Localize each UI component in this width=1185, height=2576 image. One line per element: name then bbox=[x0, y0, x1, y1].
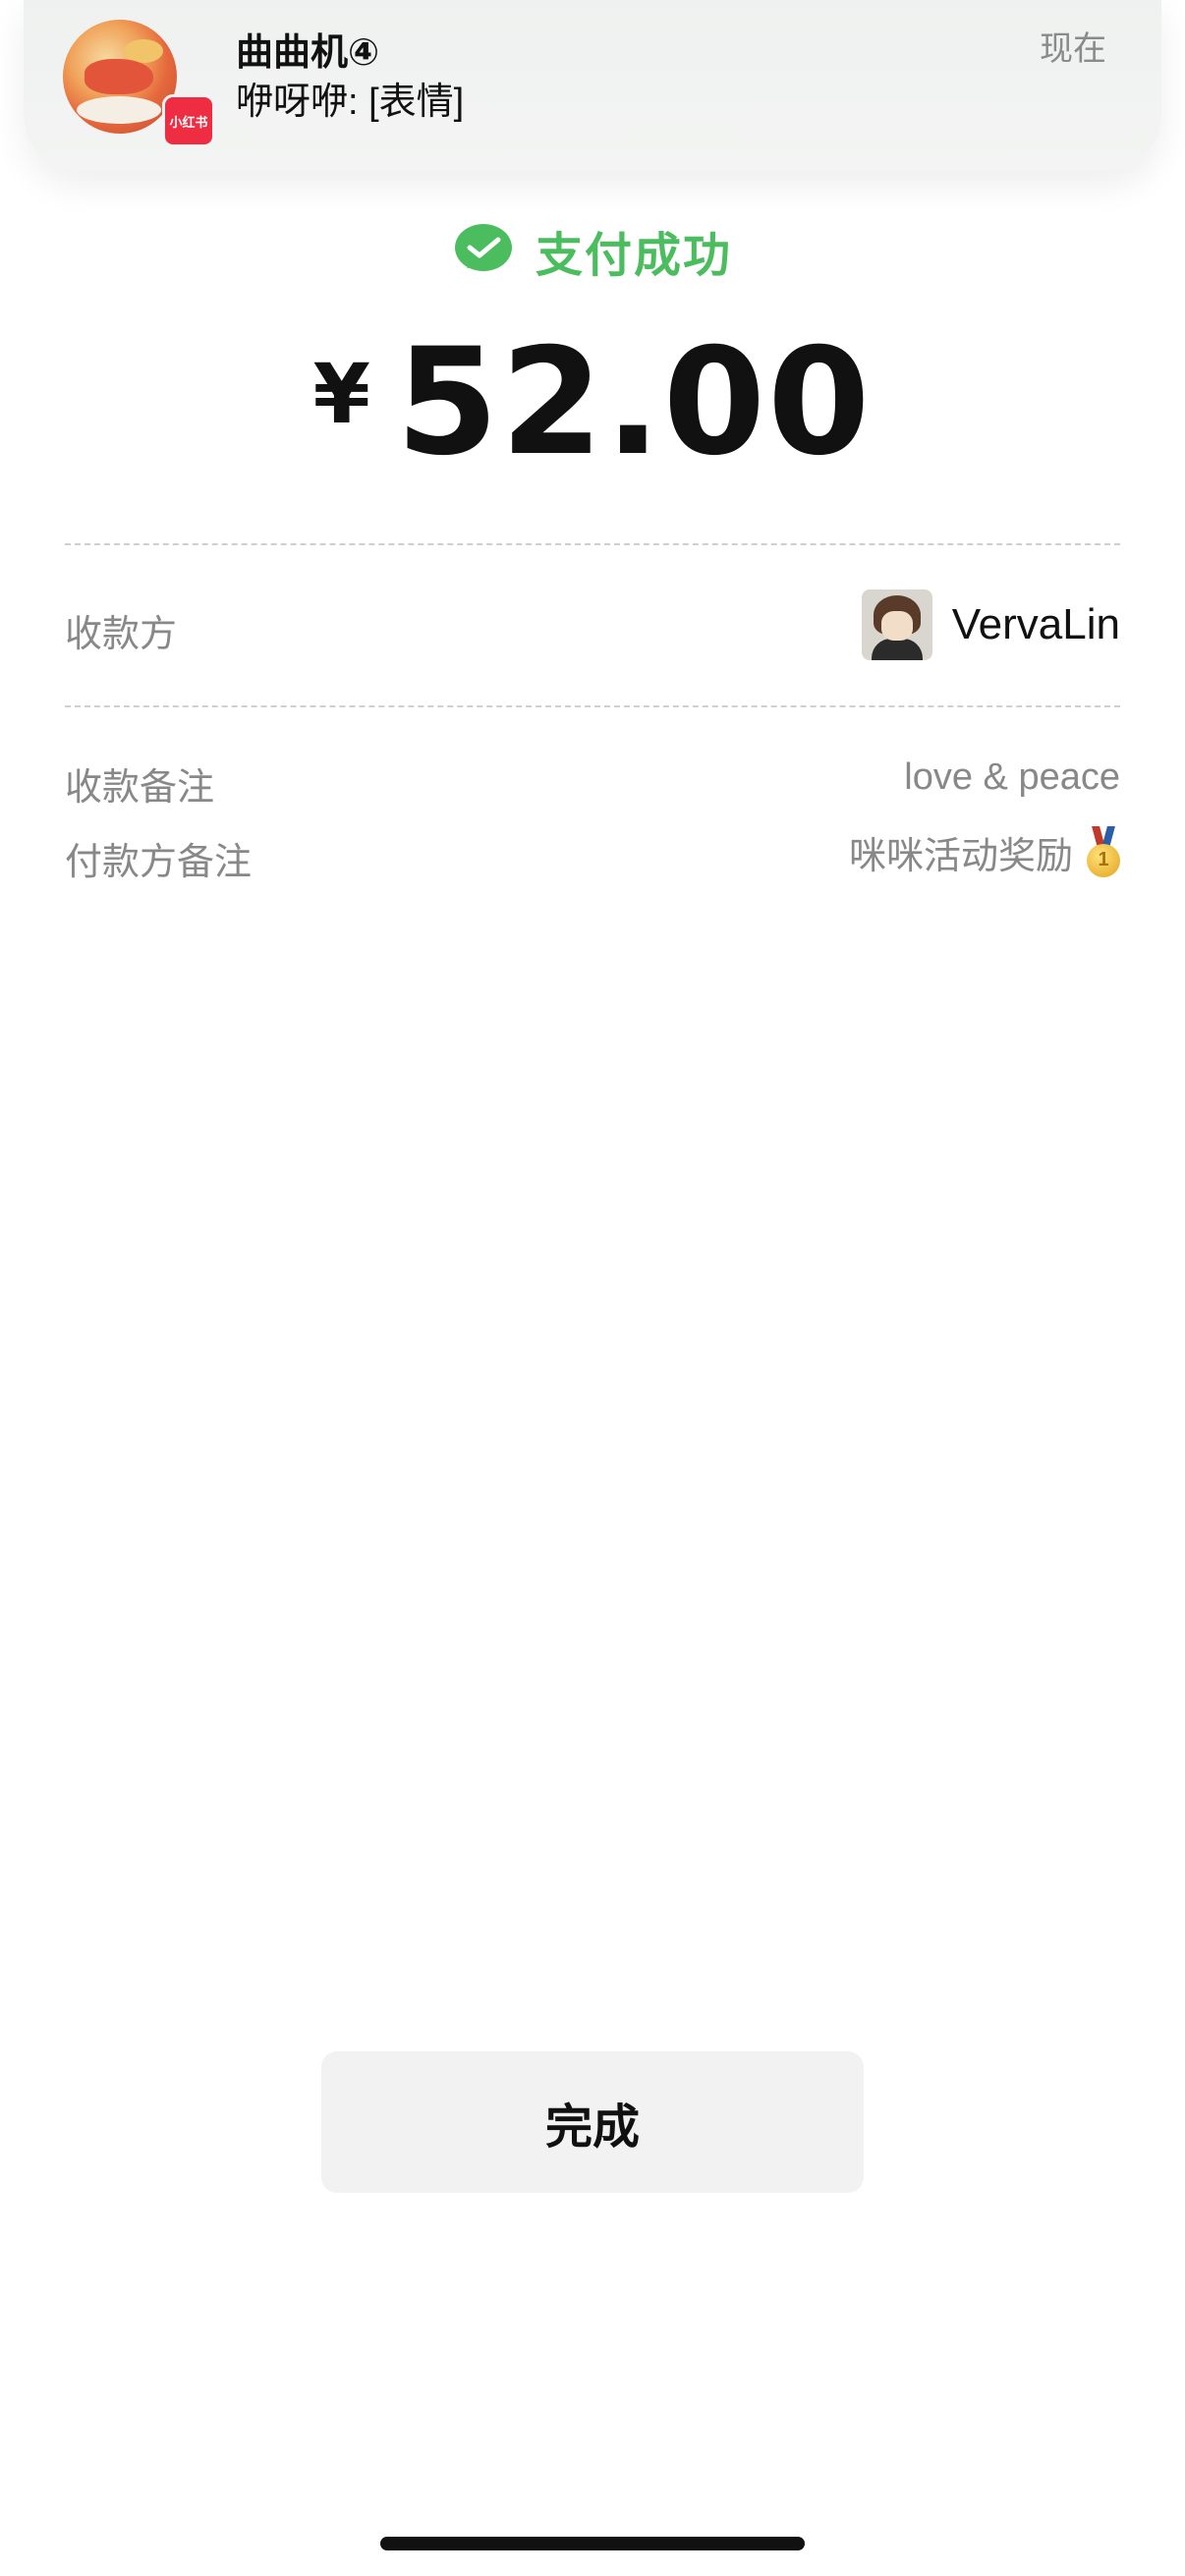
receive-note-value: love & peace bbox=[904, 756, 1120, 799]
home-indicator[interactable] bbox=[380, 2537, 805, 2550]
amount-value: 52.00 bbox=[395, 317, 873, 488]
payment-status-text: 支付成功 bbox=[535, 230, 732, 282]
divider bbox=[65, 705, 1120, 707]
payer-note-value: 咪咪活动奖励 1 bbox=[849, 825, 1120, 879]
payer-note-text: 咪咪活动奖励 bbox=[848, 836, 1073, 877]
notification-title: 曲曲机④ bbox=[236, 32, 380, 74]
payee-avatar bbox=[861, 589, 932, 660]
receive-note-label: 收款备注 bbox=[65, 767, 215, 809]
currency-symbol: ¥ bbox=[312, 346, 370, 442]
wechat-pay-icon bbox=[454, 224, 512, 271]
notification-avatar bbox=[63, 20, 177, 134]
receive-note-text: love & peace bbox=[904, 756, 1120, 798]
payee-label: 收款方 bbox=[65, 614, 178, 655]
payee[interactable]: VervaLin bbox=[861, 589, 1120, 660]
xiaohongshu-app-icon: 小红书 bbox=[162, 94, 215, 147]
payment-amount: ¥ 52.00 bbox=[0, 317, 1185, 488]
done-button[interactable]: 完成 bbox=[321, 2051, 864, 2193]
notification-time: 现在 bbox=[1040, 30, 1106, 68]
payee-name: VervaLin bbox=[951, 600, 1120, 648]
notification-body: 咿呀咿: [表情] bbox=[236, 82, 465, 123]
payment-status: 支付成功 bbox=[0, 216, 1185, 285]
divider bbox=[65, 543, 1120, 545]
gold-medal-icon: 1 bbox=[1087, 825, 1120, 879]
payer-note-label: 付款方备注 bbox=[65, 842, 253, 883]
notification-banner[interactable]: 小红书 曲曲机④ 咿呀咿: [表情] 现在 bbox=[24, 0, 1161, 172]
